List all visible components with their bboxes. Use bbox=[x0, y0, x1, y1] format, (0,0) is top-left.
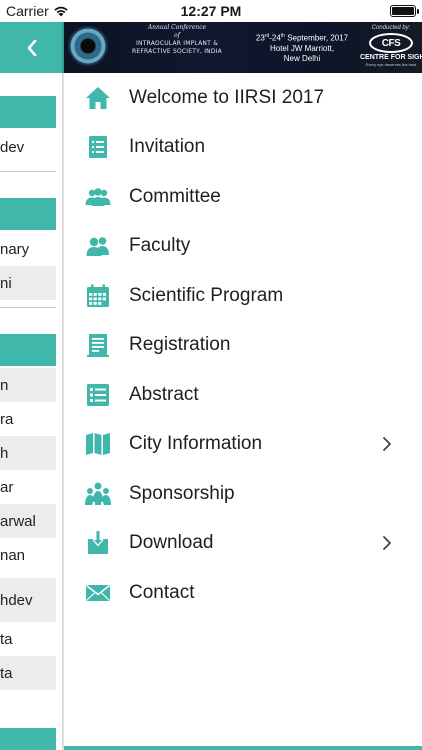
group-icon bbox=[85, 187, 111, 206]
menu-item-scientific-program[interactable]: Scientific Program bbox=[64, 271, 422, 321]
abstract-icon bbox=[87, 383, 109, 406]
menu-item-download[interactable]: Download bbox=[64, 519, 422, 569]
list-item[interactable]: hdev bbox=[0, 578, 56, 622]
cfs-logo-mark: CFS bbox=[369, 33, 413, 53]
menu-item-committee[interactable]: Committee bbox=[64, 172, 422, 222]
mail-icon bbox=[86, 584, 110, 601]
conference-date: 23rd-24th September, 2017 Hotel JW Marri… bbox=[255, 33, 349, 63]
home-icon bbox=[86, 86, 110, 109]
list-item[interactable]: ra bbox=[0, 402, 56, 436]
form-icon bbox=[87, 334, 109, 358]
divider bbox=[0, 307, 56, 308]
conference-title: Annual Conference of INTRAOCULAR IMPLANT… bbox=[132, 24, 222, 55]
section-header bbox=[0, 728, 56, 750]
list-item[interactable]: arwal bbox=[0, 504, 56, 538]
section-header bbox=[0, 96, 56, 128]
list-item[interactable]: dev bbox=[0, 130, 56, 164]
menu-item-faculty[interactable]: Faculty bbox=[64, 222, 422, 272]
menu-item-city-information[interactable]: City Information bbox=[64, 420, 422, 470]
menu-item-sponsorship[interactable]: Sponsorship bbox=[64, 469, 422, 519]
list-item[interactable]: ta bbox=[0, 656, 56, 690]
list-icon bbox=[89, 136, 107, 159]
battery-icon bbox=[390, 5, 419, 17]
section-header bbox=[0, 198, 56, 230]
list-item[interactable]: ni bbox=[0, 266, 56, 300]
side-menu-drawer: Annual Conference of INTRAOCULAR IMPLANT… bbox=[64, 22, 422, 750]
menu-item-contact[interactable]: Contact bbox=[64, 568, 422, 618]
list-item[interactable]: n bbox=[0, 368, 56, 402]
chevron-right-icon bbox=[383, 536, 391, 551]
back-button[interactable] bbox=[0, 22, 64, 73]
bottom-accent-bar bbox=[64, 746, 422, 750]
cfs-logo: Conducted by: CFS CENTRE FOR SIGHT Every… bbox=[360, 25, 422, 67]
menu-item-invitation[interactable]: Invitation bbox=[64, 123, 422, 173]
menu-item-registration[interactable]: Registration bbox=[64, 321, 422, 371]
users-icon bbox=[86, 237, 109, 257]
section-header bbox=[0, 334, 56, 366]
eye-icon bbox=[68, 26, 108, 66]
divider bbox=[0, 171, 56, 172]
menu-item-welcome[interactable]: Welcome to IIRSI 2017 bbox=[64, 73, 422, 123]
chevron-left-icon bbox=[27, 39, 37, 56]
underlying-screen: dev nary ni n ra h ar arwal nan hdev ta … bbox=[0, 22, 64, 750]
list-item[interactable]: ar bbox=[0, 470, 56, 504]
sponsor-icon bbox=[85, 482, 111, 505]
list-item[interactable]: ta bbox=[0, 622, 56, 656]
status-bar: Carrier 12:27 PM bbox=[0, 0, 422, 22]
menu-item-abstract[interactable]: Abstract bbox=[64, 370, 422, 420]
list-item[interactable]: nan bbox=[0, 538, 56, 572]
list-item[interactable]: h bbox=[0, 436, 56, 470]
chevron-right-icon bbox=[383, 437, 391, 452]
list-item[interactable]: nary bbox=[0, 232, 56, 266]
calendar-icon bbox=[87, 284, 109, 307]
map-icon bbox=[86, 433, 110, 456]
conference-banner: Annual Conference of INTRAOCULAR IMPLANT… bbox=[64, 22, 422, 73]
status-time: 12:27 PM bbox=[180, 3, 242, 19]
download-icon bbox=[88, 531, 108, 555]
